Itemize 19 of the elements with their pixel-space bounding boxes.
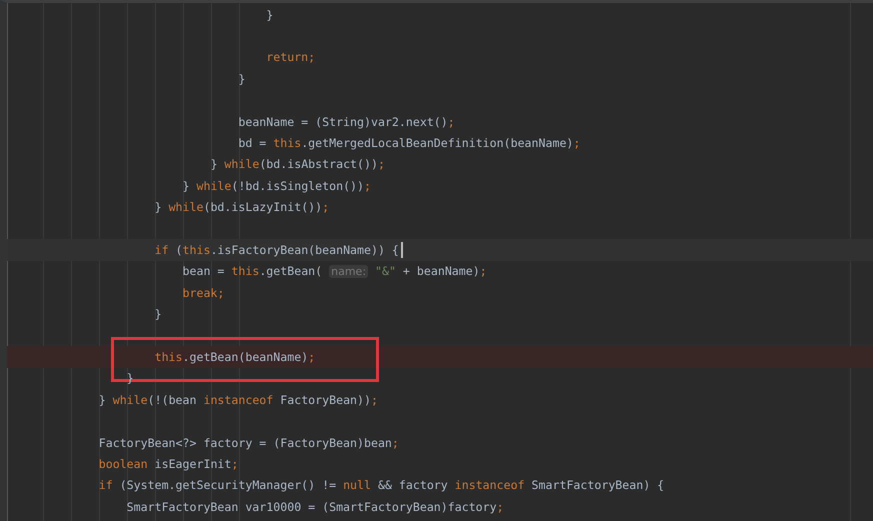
code-line: FactoryBean<?> factory = (FactoryBean)bean; (98, 434, 399, 450)
code-line: } while(!bd.isSingleton()); (182, 178, 371, 194)
code-line: bean = this.getBean( name: "&" + beanName); (182, 262, 487, 280)
code-line: } (154, 306, 162, 322)
code-line: SmartFactoryBean var10000 = (SmartFactoryBean)factory; (126, 498, 504, 515)
code-line: beanName = (String)var2.next(); (238, 114, 455, 130)
code-line: } (238, 70, 246, 87)
code-line: this.getBean(beanName); (154, 348, 316, 365)
text-cursor (400, 242, 403, 258)
code-line: break; (182, 284, 224, 301)
code-line: if (this.isFactoryBean(beanName)) { (154, 242, 399, 258)
code-line: } while(bd.isLazyInit()); (154, 199, 330, 216)
code-line: if (System.getSecurityManager() != null && factory instanceof SmartFactoryBean) { (98, 477, 664, 494)
code-line: boolean isEagerInit; (98, 456, 238, 472)
code-line: return; (266, 49, 316, 66)
code-line: bd = this.getMergedLocalBeanDefinition(beanName); (238, 135, 580, 152)
code-line: } while(!(bean instanceof FactoryBean)); (98, 392, 378, 408)
code-line: } (266, 6, 274, 23)
code-line: } while(bd.isAbstract()); (210, 156, 385, 172)
